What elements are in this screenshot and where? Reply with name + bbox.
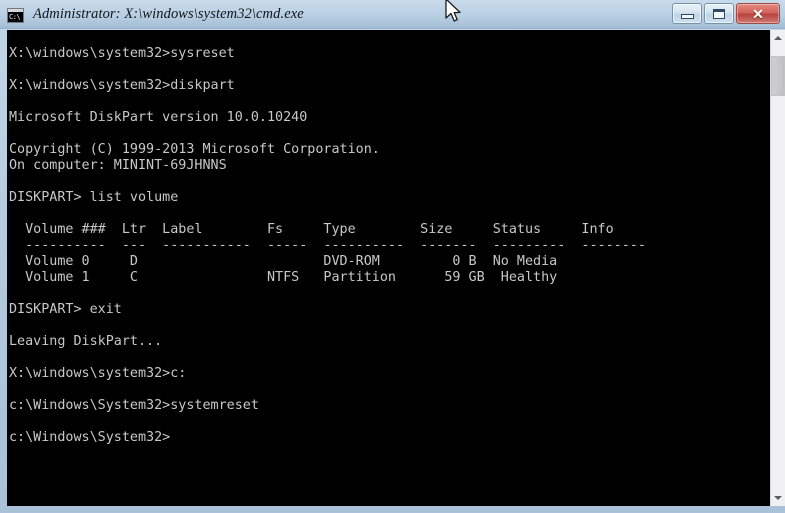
chevron-down-icon <box>774 496 782 500</box>
console-scrollbar[interactable] <box>770 30 785 506</box>
scrollbar-up-arrow-button[interactable] <box>771 30 785 46</box>
minimize-button[interactable] <box>672 3 702 24</box>
console-output-area[interactable]: X:\windows\system32>sysreset X:\windows\… <box>7 30 770 506</box>
chevron-up-icon <box>774 36 782 40</box>
close-button[interactable]: ✕ <box>736 3 780 24</box>
cmd-icon-label: C:\ <box>9 12 21 21</box>
maximize-icon <box>713 8 725 19</box>
maximize-button[interactable] <box>704 3 734 24</box>
titlebar-left-group: ··· C:\ Administrator: X:\windows\system… <box>0 0 304 29</box>
scrollbar-thumb[interactable] <box>771 56 785 96</box>
cmd-console-icon[interactable]: ··· C:\ <box>7 7 24 23</box>
window-controls: ✕ <box>672 3 780 24</box>
scrollbar-down-arrow-button[interactable] <box>771 490 785 506</box>
close-icon: ✕ <box>752 5 764 22</box>
cmd-window: ··· C:\ Administrator: X:\windows\system… <box>0 0 785 513</box>
console-text: X:\windows\system32>sysreset X:\windows\… <box>9 46 646 446</box>
window-titlebar[interactable]: ··· C:\ Administrator: X:\windows\system… <box>0 0 785 29</box>
window-title: Administrator: X:\windows\system32\cmd.e… <box>33 6 304 22</box>
minimize-icon <box>680 14 694 19</box>
